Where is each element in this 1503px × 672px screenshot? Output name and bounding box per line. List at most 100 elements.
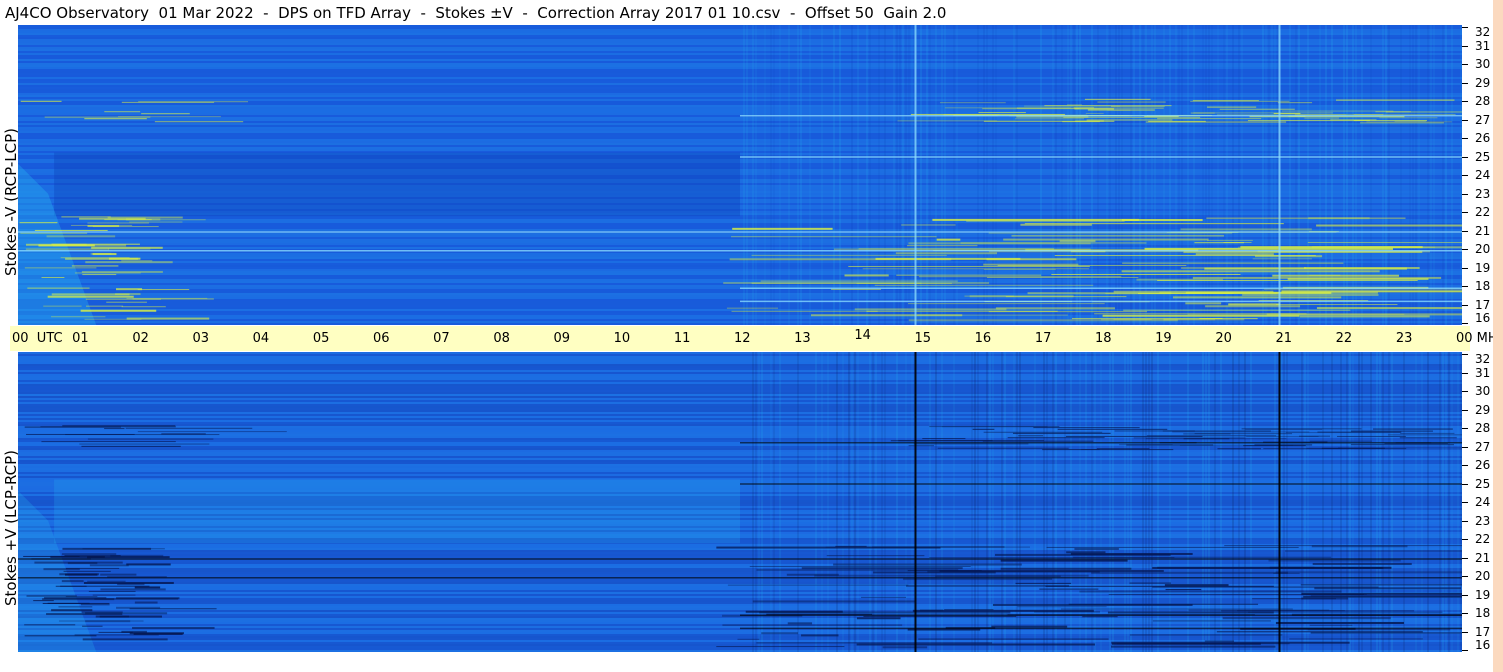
interference-streak <box>1065 435 1203 437</box>
frequency-tick-mark <box>1462 446 1468 448</box>
time-tick-label: 10 <box>613 331 631 346</box>
daytime-column <box>893 25 895 325</box>
interference-streak <box>1081 449 1100 451</box>
daytime-column <box>995 25 997 325</box>
daytime-column <box>1124 352 1126 652</box>
interference-streak <box>51 316 106 318</box>
interference-streak <box>986 258 1077 261</box>
daytime-column <box>1079 25 1081 325</box>
interference-streak <box>731 310 878 312</box>
frequency-tick-label: 26 <box>1475 458 1491 472</box>
interference-streak <box>1183 438 1230 440</box>
daytime-column <box>1061 25 1063 325</box>
daytime-column <box>1391 352 1393 652</box>
frequency-tick-label: 30 <box>1475 384 1491 398</box>
frequency-stripe <box>18 25 1462 27</box>
daytime-column <box>827 352 829 652</box>
interference-streak <box>20 100 62 102</box>
daytime-column <box>1301 352 1303 652</box>
frequency-stripe <box>18 29 1462 31</box>
interference-streak <box>87 438 214 440</box>
daytime-column <box>944 25 946 325</box>
interference-streak <box>1096 448 1150 450</box>
vertical-interference-line <box>1278 25 1281 325</box>
interference-streak <box>862 268 1090 270</box>
interference-streak <box>87 556 170 559</box>
interference-streak <box>137 289 190 291</box>
interference-streak <box>1087 109 1155 111</box>
interference-streak <box>1385 111 1462 113</box>
daytime-column <box>1250 352 1252 652</box>
interference-streak <box>1190 112 1215 114</box>
interference-streak <box>1217 448 1261 450</box>
daytime-column <box>1145 352 1147 652</box>
interference-streak <box>61 553 117 556</box>
interference-streak <box>58 606 93 608</box>
frequency-tick-label: 19 <box>1475 587 1491 602</box>
interference-streak <box>1275 571 1462 574</box>
interference-streak <box>752 600 916 603</box>
frequency-tick-label: 25 <box>1475 476 1491 491</box>
chart-title: AJ4CO Observatory 01 Mar 2022 - DPS on T… <box>5 4 947 22</box>
interference-streak <box>1164 584 1229 587</box>
daytime-column <box>1202 352 1204 652</box>
interference-streak <box>1082 616 1118 618</box>
interference-streak <box>1272 274 1399 277</box>
interference-streak <box>814 574 1089 577</box>
daytime-column <box>1370 352 1372 652</box>
daytime-column <box>809 25 811 325</box>
interference-streak <box>1157 118 1262 120</box>
interference-streak <box>1219 108 1295 110</box>
time-tick-label: 15 <box>914 331 932 346</box>
interference-streak <box>65 257 139 260</box>
daytime-column <box>1238 352 1240 652</box>
interference-streak <box>1192 100 1259 102</box>
frequency-stripe <box>18 147 1462 149</box>
interference-streak <box>1207 239 1253 241</box>
frequency-tick-label: 18 <box>1475 606 1491 620</box>
interference-streak <box>982 440 1094 442</box>
interference-streak <box>41 277 65 279</box>
interference-streak <box>1097 101 1166 103</box>
interference-streak <box>1300 584 1462 586</box>
interference-streak <box>1007 437 1105 439</box>
daytime-column <box>992 352 994 652</box>
interference-streak <box>1181 267 1306 270</box>
interference-streak <box>86 305 124 307</box>
daytime-column <box>1442 352 1444 652</box>
interference-streak <box>1338 447 1462 449</box>
daytime-column <box>1244 352 1246 652</box>
daytime-column <box>1142 352 1144 652</box>
interference-streak <box>906 584 1070 587</box>
interference-streak <box>874 284 1094 286</box>
frequency-stripe <box>18 83 1462 85</box>
interference-streak <box>907 245 978 247</box>
interference-streak <box>1108 593 1364 595</box>
time-tick-label: 09 <box>553 331 571 346</box>
time-tick-label: 23 <box>1395 331 1413 346</box>
daytime-column <box>1352 352 1354 652</box>
interference-streak <box>82 625 103 627</box>
frequency-stripe <box>18 125 1462 127</box>
frequency-stripe <box>18 31 1462 33</box>
interference-streak <box>89 564 129 567</box>
frequency-tick-mark <box>1462 650 1468 651</box>
frequency-tick-mark <box>1462 483 1468 485</box>
frequency-tick-label: 29 <box>1475 75 1491 90</box>
frequency-stripe <box>18 67 1462 69</box>
time-tick-label: 17 <box>1034 331 1052 346</box>
interference-streak <box>65 596 98 598</box>
daytime-column <box>1106 25 1108 325</box>
interference-streak <box>1248 611 1443 613</box>
time-tick-label: 12 <box>734 331 751 346</box>
interference-streak <box>121 306 166 308</box>
frequency-tick-mark <box>1462 594 1468 596</box>
interference-streak <box>1224 545 1462 547</box>
interference-streak <box>1000 559 1128 562</box>
interference-streak <box>99 615 162 618</box>
daytime-column <box>1340 352 1342 652</box>
interference-streak <box>1220 610 1415 612</box>
interference-streak <box>1336 99 1455 101</box>
frequency-stripe <box>18 145 1462 147</box>
interference-streak <box>1314 587 1461 590</box>
